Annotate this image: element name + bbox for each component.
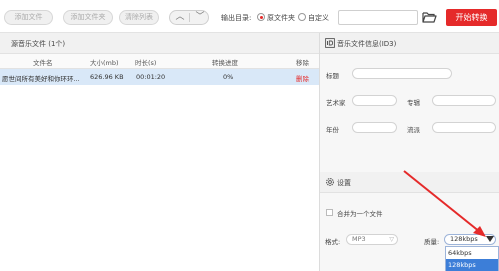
quality-dropdown: 64kbps 128kbps (445, 246, 499, 271)
col-size: 大小(mb) (90, 59, 119, 67)
move-buttons: ︿ ﹀ (169, 10, 209, 25)
year-field[interactable] (352, 122, 397, 133)
format-value: MP3 (352, 235, 366, 243)
gear-icon (326, 178, 334, 186)
genre-field[interactable] (432, 122, 496, 133)
add-folder-button[interactable]: 添加文件夹 (63, 10, 113, 25)
chevron-down-icon: ▽ (389, 236, 394, 243)
col-duration: 时长(s) (135, 59, 157, 67)
id3-header: 音乐文件信息(ID3) (320, 33, 499, 54)
row-filename: 愿世间所有美好和你环环... (2, 75, 80, 83)
toolbar: 添加文件 添加文件夹 清除列表 ︿ ﹀ 输出目录: 原文件夹 自定义 开始转换 (0, 0, 499, 33)
row-progress: 0% (223, 73, 234, 81)
title-label: 标题 (326, 72, 339, 80)
format-label: 格式: (325, 238, 341, 246)
quality-value: 128kbps (450, 235, 478, 243)
radio-source-folder[interactable] (257, 13, 265, 21)
col-remove: 移除 (296, 59, 309, 67)
quality-option-128[interactable]: 128kbps (446, 259, 498, 271)
quality-option-64[interactable]: 64kbps (446, 247, 498, 259)
output-path-field[interactable] (338, 10, 418, 25)
start-convert-button[interactable]: 开始转换 (446, 9, 497, 26)
folder-open-icon[interactable] (422, 11, 437, 23)
chevron-up-icon: ︿ (175, 12, 185, 22)
artist-label: 艺术家 (326, 99, 346, 107)
col-filename: 文件名 (33, 59, 53, 67)
id-card-icon (325, 38, 335, 48)
year-label: 年份 (326, 126, 339, 134)
move-down-button[interactable]: ﹀ (190, 11, 210, 24)
settings-title: 设置 (337, 179, 351, 187)
file-list-title: 源音乐文件 (1个) (11, 40, 66, 48)
merge-label: 合并为一个文件 (337, 210, 383, 218)
row-remove-link[interactable]: 删除 (296, 73, 309, 83)
chevron-down-icon: ﹀ (195, 12, 205, 22)
dropdown-arrow-icon[interactable] (486, 236, 494, 242)
settings-header: 设置 (320, 172, 499, 193)
radio-custom-label: 自定义 (308, 14, 329, 22)
album-field[interactable] (432, 95, 496, 106)
radio-source-label: 原文件夹 (267, 14, 295, 22)
file-list-header: 源音乐文件 (1个) (0, 33, 319, 54)
output-dir-label: 输出目录: (221, 14, 252, 22)
row-size: 626.96 KB (90, 73, 124, 81)
artist-field[interactable] (352, 95, 397, 106)
move-up-button[interactable]: ︿ (170, 11, 190, 24)
add-file-button[interactable]: 添加文件 (4, 10, 53, 25)
radio-custom-folder[interactable] (298, 13, 306, 21)
table-row[interactable]: 愿世间所有美好和你环环... 626.96 KB 00:01:20 0% 删除 (0, 69, 319, 85)
album-label: 专辑 (407, 99, 420, 107)
merge-checkbox[interactable] (326, 209, 333, 216)
file-list-body (0, 85, 319, 271)
id3-title: 音乐文件信息(ID3) (337, 40, 397, 48)
col-progress: 转换进度 (212, 59, 238, 67)
column-headers: 文件名 大小(mb) 时长(s) 转换进度 移除 (0, 54, 319, 69)
title-field[interactable] (352, 68, 452, 79)
quality-label: 质量: (424, 238, 440, 246)
genre-label: 流派 (407, 126, 420, 134)
row-duration: 00:01:20 (136, 73, 166, 81)
clear-list-button[interactable]: 清除列表 (119, 10, 159, 25)
format-select[interactable]: MP3 ▽ (346, 234, 398, 245)
